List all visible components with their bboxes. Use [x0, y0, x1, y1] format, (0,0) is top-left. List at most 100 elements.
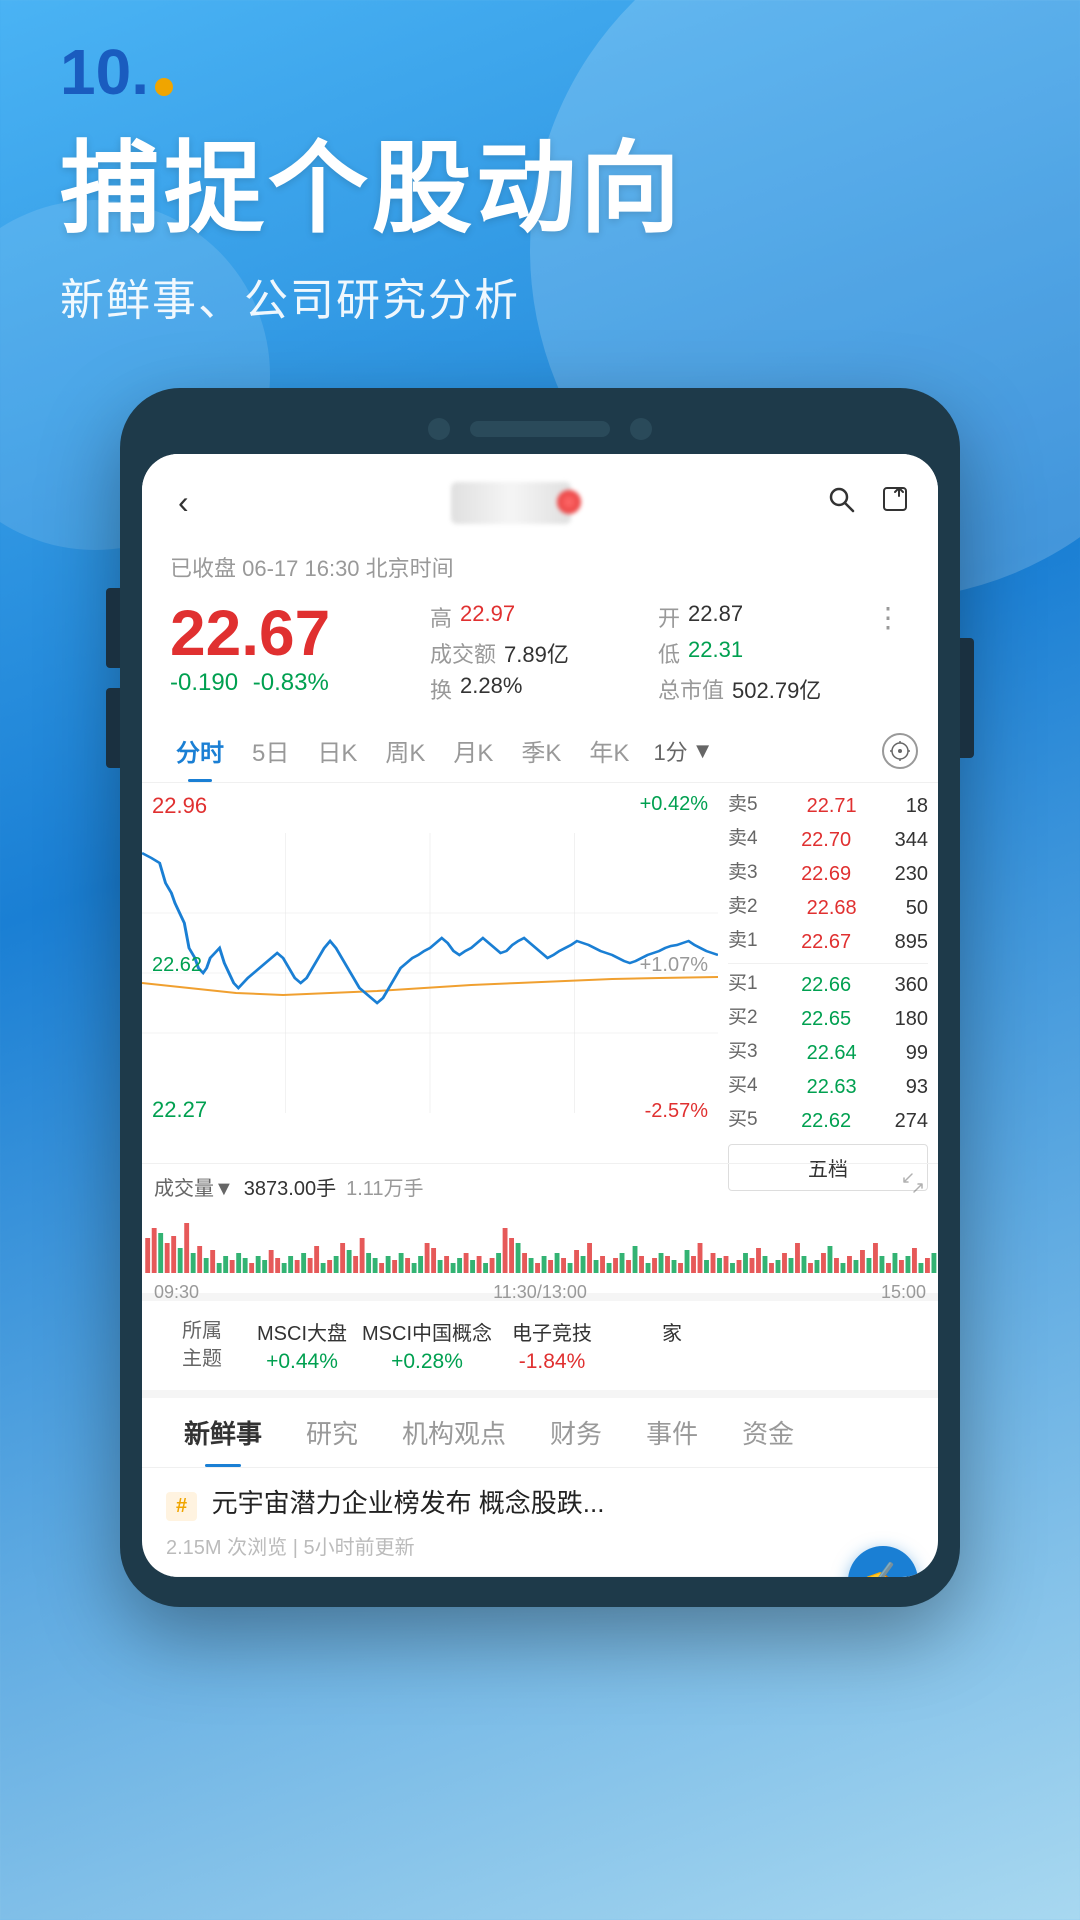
- front-camera-right: [630, 418, 652, 440]
- theme-esports[interactable]: 电子竞技 -1.84%: [492, 1317, 612, 1374]
- stock-logo: [451, 482, 571, 524]
- main-chart: 22.96 +0.42% 22.62 +1.07% 22.27 -2.57%: [142, 783, 718, 1163]
- volume-chart: 成交量▼ 3873.00手 1.11万手: [142, 1163, 938, 1293]
- hero-subtitle: 新鲜事、公司研究分析: [60, 264, 1020, 328]
- top-area: 10. 捕捉个股动向 新鲜事、公司研究分析: [0, 0, 1080, 328]
- current-price: 22.67: [170, 601, 430, 665]
- ob-buy2: 买2 22.65 180: [728, 1002, 928, 1036]
- stat-high: 高 22.97: [430, 601, 638, 633]
- tab-capital[interactable]: 资金: [720, 1398, 816, 1467]
- theme-more[interactable]: 家: [612, 1317, 732, 1374]
- theme-msci-large[interactable]: MSCI大盘 +0.44%: [242, 1317, 362, 1374]
- tab-news[interactable]: 新鲜事: [162, 1398, 284, 1467]
- chart-order-area: 22.96 +0.42% 22.62 +1.07% 22.27 -2.57%: [142, 783, 938, 1163]
- tab-5day[interactable]: 5日: [238, 727, 303, 774]
- stat-open: 开 22.87: [658, 601, 866, 633]
- crosshair-button[interactable]: [882, 733, 918, 769]
- share-icon[interactable]: [880, 484, 910, 522]
- stat-low: 低 22.31: [658, 637, 866, 669]
- tab-dayk[interactable]: 日K: [303, 727, 371, 774]
- content-tabs: 新鲜事 研究 机构观点 财务 事件 资金: [142, 1390, 938, 1468]
- vol-label[interactable]: 成交量▼: [154, 1172, 234, 1201]
- ob-sell2: 卖2 22.68 50: [728, 891, 928, 925]
- logo-area: 10.: [60, 40, 1020, 104]
- interval-arrow: ▼: [692, 738, 714, 764]
- price-stats: 高 22.97 开 22.87 成交额 7.89亿 低 22.31: [430, 601, 866, 705]
- tab-interval[interactable]: 1分 ▼: [643, 729, 723, 773]
- stock-logo-dot: [557, 490, 581, 514]
- screen: ‹: [142, 454, 938, 1577]
- theme-msci-china[interactable]: MSCI中国概念 +0.28%: [362, 1317, 492, 1374]
- front-camera: [428, 418, 450, 440]
- tab-institution[interactable]: 机构观点: [380, 1398, 528, 1467]
- price-chart-svg: [142, 793, 718, 1153]
- logo-dot: [155, 78, 173, 96]
- chart-price-low: 22.27: [152, 1097, 207, 1123]
- tab-events[interactable]: 事件: [624, 1398, 720, 1467]
- ob-sell4: 卖4 22.70 344: [728, 823, 928, 857]
- time-mid: 11:30/13:00: [493, 1282, 587, 1303]
- news-title: 元宇宙潜力企业榜发布 概念股跌...: [212, 1488, 605, 1518]
- theme-label: 所属主题: [162, 1317, 242, 1374]
- tab-research[interactable]: 研究: [284, 1398, 380, 1467]
- price-section: 22.67 -0.190 -0.83% 高 22.97 开 22.87: [142, 593, 938, 719]
- phone-frame: ‹: [120, 388, 960, 1607]
- back-button[interactable]: ‹: [170, 476, 197, 529]
- vol-value: 3873.00手: [244, 1172, 336, 1201]
- theme-section: 所属主题 MSCI大盘 +0.44% MSCI中国概念 +0.28% 电子竞技 …: [142, 1293, 938, 1390]
- tab-yeark[interactable]: 年K: [575, 727, 643, 774]
- interval-label: 1分: [653, 735, 687, 767]
- ob-sell5: 卖5 22.71 18: [728, 789, 928, 823]
- volume-bars-svg: [142, 1208, 938, 1273]
- vol-header: 成交量▼ 3873.00手 1.11万手: [142, 1164, 938, 1208]
- time-end: 15:00: [881, 1282, 926, 1303]
- vol-time-labels: 09:30 11:30/13:00 15:00: [142, 1278, 938, 1307]
- tab-seasonk[interactable]: 季K: [507, 727, 575, 774]
- tab-finance[interactable]: 财务: [528, 1398, 624, 1467]
- ob-buy5: 买5 22.62 274: [728, 1104, 928, 1138]
- chart-pct-low: -2.57%: [645, 1100, 708, 1123]
- logo-text: 10.: [60, 40, 149, 104]
- write-icon: ✍: [861, 1560, 906, 1577]
- chart-tabs: 分时 5日 日K 周K 月K 季K 年K 1分 ▼: [142, 719, 938, 783]
- phone-top-bar: [142, 418, 938, 440]
- tab-monthk[interactable]: 月K: [439, 727, 507, 774]
- change-amount: -0.190: [170, 669, 238, 696]
- volume-down-button: [106, 688, 120, 768]
- ob-sell1: 卖1 22.67 895: [728, 925, 928, 959]
- stat-market-cap: 总市值 502.79亿: [658, 673, 866, 705]
- ob-divider: [728, 963, 928, 964]
- app-bar-center: [451, 482, 571, 524]
- vol-sub: 1.11万手: [346, 1172, 423, 1201]
- news-meta: 2.15M 次浏览 | 5小时前更新: [166, 1531, 914, 1560]
- speaker: [470, 421, 610, 437]
- hero-title: 捕捉个股动向: [60, 134, 1020, 244]
- search-icon[interactable]: [826, 484, 856, 522]
- app-bar-icons: [826, 484, 910, 522]
- app-bar: ‹: [142, 454, 938, 545]
- time-start: 09:30: [154, 1282, 199, 1303]
- more-options-icon[interactable]: ⋮: [866, 601, 910, 634]
- news-content: # 元宇宙潜力企业榜发布 概念股跌...: [166, 1484, 914, 1523]
- chart-pct-mid: +1.07%: [640, 954, 708, 977]
- ob-buy3: 买3 22.64 99: [728, 1036, 928, 1070]
- chart-pct-high: +0.42%: [640, 793, 708, 816]
- ob-buy4: 买4 22.63 93: [728, 1070, 928, 1104]
- price-change: -0.190 -0.83%: [170, 669, 430, 697]
- status-bar: 已收盘 06-17 16:30 北京时间: [142, 545, 938, 593]
- news-item-1[interactable]: # 元宇宙潜力企业榜发布 概念股跌... 2.15M 次浏览 | 5小时前更新 …: [142, 1468, 938, 1577]
- volume-up-button: [106, 588, 120, 668]
- power-button: [960, 638, 974, 758]
- order-book: 卖5 22.71 18 卖4 22.70 344 卖3 22.69 230: [718, 783, 938, 1163]
- change-pct: -0.83%: [253, 669, 329, 696]
- expand-chart-icon[interactable]: [900, 1170, 926, 1202]
- stat-volume: 成交额 7.89亿: [430, 637, 638, 669]
- chart-price-high: 22.96: [152, 793, 207, 819]
- phone-mockup: ‹: [120, 388, 960, 1607]
- ob-buy1: 买1 22.66 360: [728, 968, 928, 1002]
- tab-fenshi[interactable]: 分时: [162, 727, 238, 774]
- ob-sell3: 卖3 22.69 230: [728, 857, 928, 891]
- stat-turnover: 换 2.28%: [430, 673, 638, 705]
- tab-weekk[interactable]: 周K: [371, 727, 439, 774]
- chart-price-mid: 22.62: [152, 954, 202, 977]
